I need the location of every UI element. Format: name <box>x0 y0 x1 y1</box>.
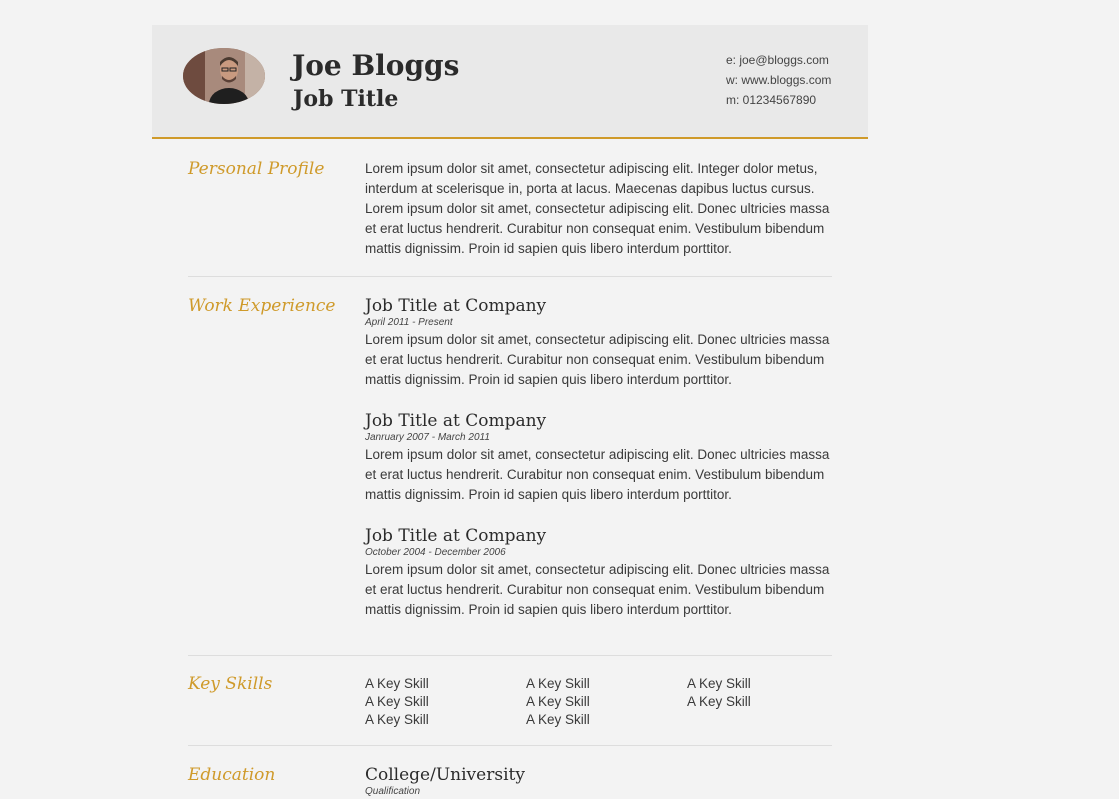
contact-email[interactable]: e: joe@bloggs.com <box>726 50 831 70</box>
job-entry: Job Title at Company April 2011 - Presen… <box>365 296 835 390</box>
profile-photo <box>183 48 265 104</box>
skill-item: A Key Skill <box>365 676 429 691</box>
section-divider <box>188 745 832 746</box>
job-description: Lorem ipsum dolor sit amet, consectetur … <box>365 447 830 502</box>
job-title: Job Title at Company <box>365 411 547 431</box>
skill-item: A Key Skill <box>526 712 590 727</box>
person-name: Joe Bloggs <box>292 49 460 82</box>
resume-header: Joe Bloggs Job Title e: joe@bloggs.com w… <box>152 25 868 139</box>
skill-item: A Key Skill <box>365 694 429 709</box>
skill-item: A Key Skill <box>526 694 590 709</box>
job-entry: Job Title at Company October 2004 - Dece… <box>365 526 835 620</box>
job-title: Job Title at Company <box>365 526 547 546</box>
job-dates: April 2011 - Present <box>365 317 453 328</box>
profile-text: Lorem ipsum dolor sit amet, consectetur … <box>365 161 830 256</box>
profile-body: Lorem ipsum dolor sit amet, consectetur … <box>365 159 835 259</box>
job-title: Job Title at Company <box>365 296 547 316</box>
job-description: Lorem ipsum dolor sit amet, consectetur … <box>365 332 830 387</box>
contact-website[interactable]: w: www.bloggs.com <box>726 70 831 90</box>
section-title-profile: Personal Profile <box>188 159 325 179</box>
section-divider <box>188 276 832 277</box>
experience-body: Job Title at Company April 2011 - Presen… <box>365 296 835 641</box>
education-institution: College/University <box>365 765 525 785</box>
skills-body: A Key Skill A Key Skill A Key Skill A Ke… <box>365 675 835 729</box>
job-dates: Janruary 2007 - March 2011 <box>365 432 490 443</box>
job-description: Lorem ipsum dolor sit amet, consectetur … <box>365 562 830 617</box>
education-qualification: Qualification <box>365 786 421 797</box>
job-dates: October 2004 - December 2006 <box>365 547 506 558</box>
section-title-experience: Work Experience <box>188 296 336 316</box>
job-entry: Job Title at Company Janruary 2007 - Mar… <box>365 411 835 505</box>
resume-page: Joe Bloggs Job Title e: joe@bloggs.com w… <box>152 25 868 797</box>
skill-item: A Key Skill <box>365 712 429 727</box>
section-title-education: Education <box>188 765 276 785</box>
section-divider <box>188 655 832 656</box>
education-body: College/University Qualification <box>365 765 835 799</box>
contact-mobile: m: 01234567890 <box>726 93 817 107</box>
skill-item: A Key Skill <box>687 676 751 691</box>
section-title-skills: Key Skills <box>188 674 273 694</box>
skill-item: A Key Skill <box>687 694 751 709</box>
skill-item: A Key Skill <box>526 676 590 691</box>
skills-grid: A Key Skill A Key Skill A Key Skill A Ke… <box>365 675 835 729</box>
person-job-title: Job Title <box>293 86 399 112</box>
contact-info: e: joe@bloggs.com w: www.bloggs.com m: 0… <box>726 50 831 110</box>
